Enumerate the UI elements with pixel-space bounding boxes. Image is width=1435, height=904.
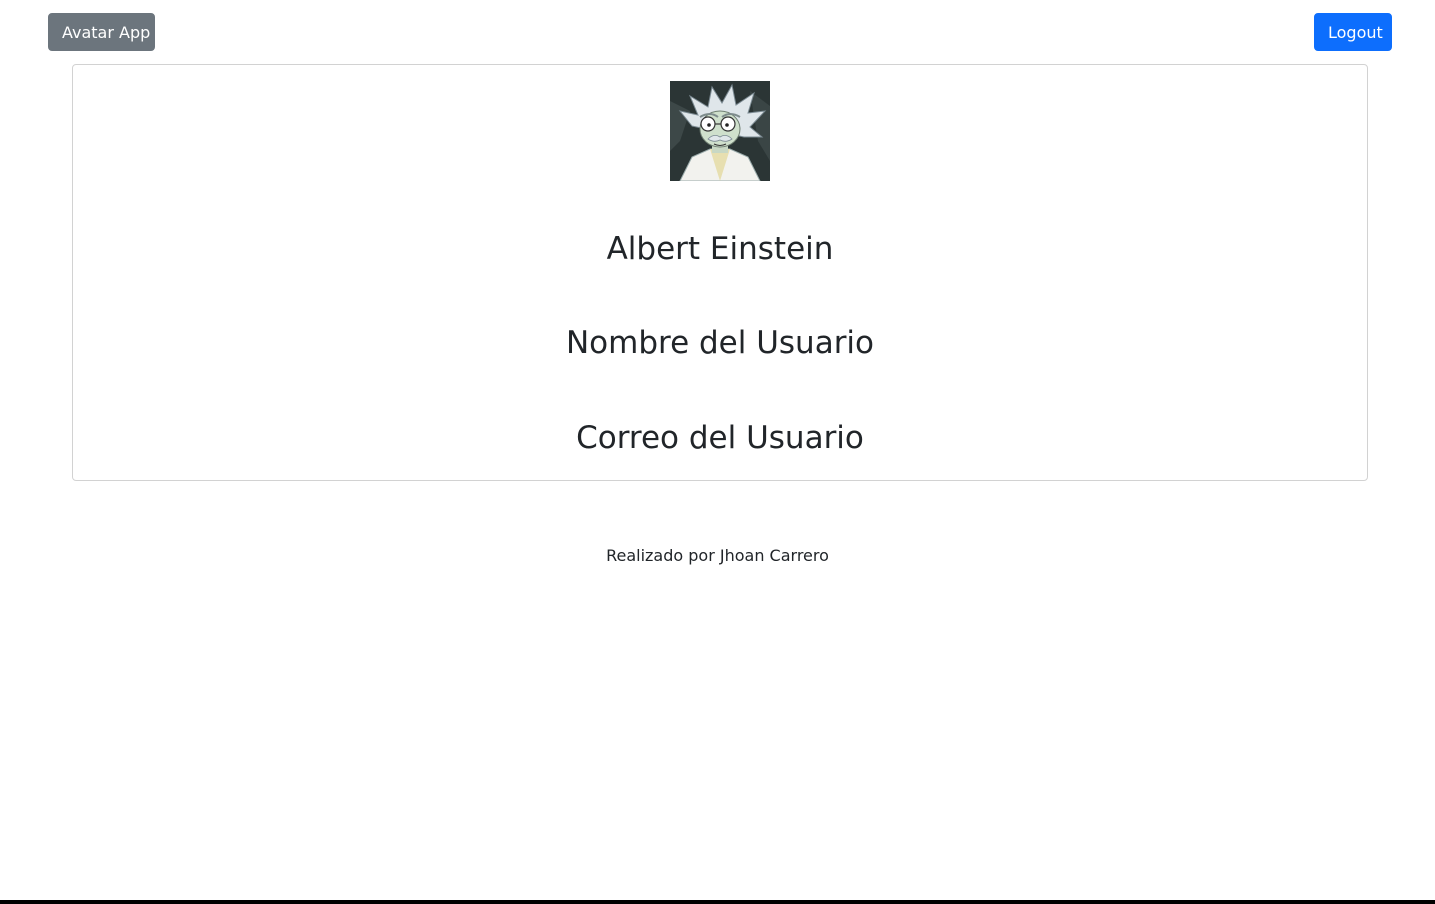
page: Avatar App Logout Albert Einstein Nombre… (0, 0, 1435, 904)
email-heading: Correo del Usuario (576, 420, 864, 456)
avatar (670, 81, 770, 181)
profile-name-heading: Albert Einstein (606, 231, 834, 267)
cartoon-scientist-avatar-icon (670, 81, 770, 181)
profile-card: Albert Einstein Nombre del Usuario Corre… (72, 64, 1368, 481)
avatar-app-brand-button[interactable]: Avatar App (48, 13, 155, 51)
logout-button[interactable]: Logout (1314, 13, 1392, 51)
username-heading: Nombre del Usuario (565, 325, 875, 361)
footer-credit: Realizado por Jhoan Carrero (606, 546, 829, 565)
